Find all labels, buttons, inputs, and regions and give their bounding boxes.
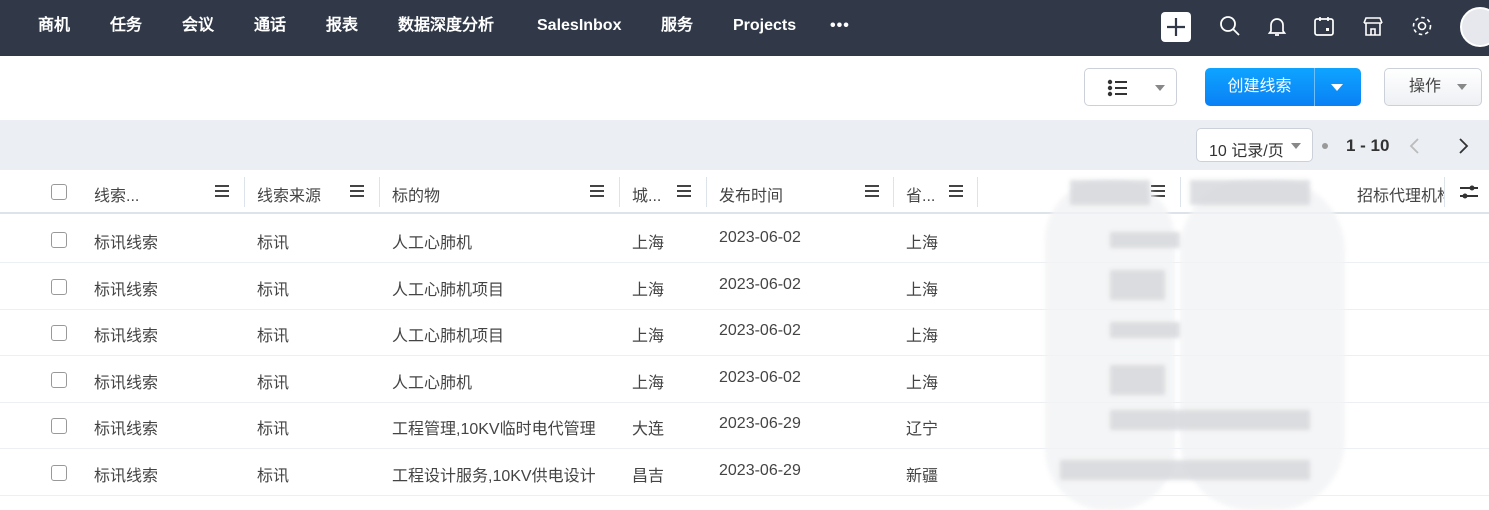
table-cell[interactable]: 标讯线索 — [94, 229, 158, 253]
row-checkbox[interactable] — [51, 232, 67, 248]
table-cell: 2023-06-02 — [719, 368, 801, 386]
table-cell: 2023-06-02 — [719, 275, 801, 293]
row-checkbox[interactable] — [51, 418, 67, 434]
view-switcher[interactable] — [1084, 68, 1177, 106]
avatar[interactable] — [1460, 7, 1489, 47]
chevron-down-icon — [1291, 143, 1301, 154]
table-cell: 标讯 — [257, 421, 290, 438]
table-cell: 标讯 — [257, 467, 290, 485]
table-cell: 大连 — [632, 421, 665, 438]
table-cell: 标讯 — [257, 235, 290, 252]
per-page-select[interactable]: 10 记录/页 — [1196, 128, 1313, 162]
create-lead-button-group: 创建线索 — [1205, 68, 1361, 106]
table-cell: 上海 — [632, 235, 665, 252]
list-view-icon — [1107, 79, 1127, 97]
table-cell: 上海 — [632, 374, 665, 392]
chevron-down-icon — [1155, 85, 1165, 96]
table-cell: 上海 — [906, 374, 939, 392]
prev-page-icon[interactable] — [1408, 137, 1422, 155]
calendar-icon[interactable] — [1312, 14, 1336, 38]
column-menu-icon[interactable] — [350, 185, 364, 197]
table-cell: 人工心肺机项目 — [392, 281, 505, 299]
nav-item[interactable]: 任务 — [110, 0, 142, 56]
row-checkbox[interactable] — [51, 325, 67, 341]
table-cell: 人工心肺机项目 — [392, 328, 505, 345]
next-page-icon[interactable] — [1456, 137, 1470, 155]
table-cell: 上海 — [906, 235, 939, 252]
table-cell: 人工心肺机 — [392, 235, 473, 252]
column-menu-icon[interactable] — [865, 185, 879, 197]
table-cell: 人工心肺机 — [392, 374, 473, 392]
row-checkbox[interactable] — [51, 278, 67, 295]
column-header[interactable]: 发布时间 — [719, 182, 783, 206]
table-cell: 昌吉 — [632, 467, 665, 485]
table-cell: 2023-06-02 — [719, 322, 801, 339]
column-settings-icon[interactable] — [1458, 183, 1480, 201]
nav-item[interactable]: 数据深度分析 — [398, 0, 494, 56]
table-cell: 上海 — [906, 281, 939, 299]
table-cell: 上海 — [632, 328, 665, 345]
column-header[interactable]: 招标代理机构 — [1357, 182, 1445, 206]
nav-item[interactable]: Projects — [733, 0, 796, 56]
table-cell: 新疆 — [906, 467, 939, 485]
column-menu-icon[interactable] — [590, 185, 604, 197]
toolbar: 创建线索 操作 — [0, 56, 1489, 120]
store-icon[interactable] — [1361, 14, 1385, 38]
select-all-checkbox[interactable] — [51, 184, 67, 200]
table-cell: 上海 — [906, 328, 939, 345]
gear-icon[interactable] — [1410, 14, 1434, 38]
plus-icon[interactable] — [1161, 12, 1191, 42]
column-header[interactable]: 省... — [906, 182, 935, 206]
table-cell: 标讯 — [257, 328, 290, 345]
table-cell[interactable]: 标讯线索 — [94, 369, 158, 393]
nav-item[interactable]: 商机 — [38, 0, 70, 56]
separator-dot — [1322, 143, 1328, 149]
leads-table: 线索... 线索来源 标的物 城... 发布时间 省... 招标代理机构 标讯线… — [0, 170, 1489, 510]
top-nav-bar: 商机 任务 会议 通话 报表 数据深度分析 SalesInbox 服务 Proj… — [0, 0, 1489, 56]
actions-button[interactable]: 操作 — [1384, 68, 1482, 106]
column-header[interactable]: 城... — [632, 182, 661, 206]
column-menu-icon[interactable] — [949, 185, 963, 197]
column-header[interactable]: 标的物 — [392, 182, 440, 206]
table-cell: 工程管理,10KV临时电代管理 — [392, 421, 596, 438]
more-dots-icon[interactable]: ••• — [830, 0, 850, 56]
table-cell[interactable]: 标讯线索 — [94, 322, 158, 346]
column-header[interactable]: 线索来源 — [257, 182, 321, 206]
page-range: 1 - 10 — [1346, 136, 1390, 155]
table-cell[interactable]: 标讯线索 — [94, 462, 158, 486]
nav-item[interactable]: 报表 — [326, 0, 358, 56]
row-checkbox[interactable] — [51, 371, 67, 388]
search-icon[interactable] — [1218, 14, 1242, 38]
nav-item[interactable]: SalesInbox — [537, 0, 621, 56]
nav-item[interactable]: 会议 — [182, 0, 214, 56]
table-cell[interactable]: 标讯线索 — [94, 415, 158, 439]
create-lead-button[interactable]: 创建线索 — [1205, 68, 1314, 106]
table-cell: 工程设计服务,10KV供电设计 — [392, 467, 596, 485]
column-header[interactable]: 线索... — [94, 182, 139, 206]
column-menu-icon[interactable] — [215, 185, 229, 197]
actions-label: 操作 — [1409, 78, 1442, 95]
chevron-down-icon — [1457, 84, 1467, 95]
table-cell: 上海 — [632, 281, 665, 299]
table-cell: 辽宁 — [906, 421, 939, 438]
table-cell: 标讯 — [257, 374, 290, 392]
table-cell: 2023-06-02 — [719, 229, 801, 246]
nav-item[interactable]: 服务 — [661, 0, 693, 56]
column-menu-icon[interactable] — [677, 185, 691, 197]
nav-item[interactable]: 通话 — [254, 0, 286, 56]
table-cell: 标讯 — [257, 281, 290, 299]
bell-icon[interactable] — [1265, 14, 1289, 38]
table-cell[interactable]: 标讯线索 — [94, 276, 158, 300]
table-cell: 2023-06-29 — [719, 461, 801, 479]
create-dropdown-icon[interactable] — [1331, 84, 1343, 97]
pagination-bar: 10 记录/页 1 - 10 — [0, 120, 1489, 172]
row-checkbox[interactable] — [51, 464, 67, 481]
table-cell: 2023-06-29 — [719, 415, 801, 432]
